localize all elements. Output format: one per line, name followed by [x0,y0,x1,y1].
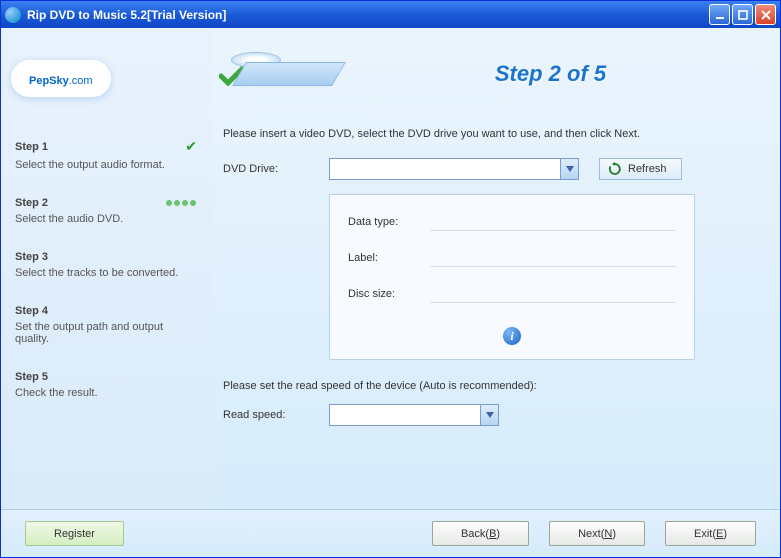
exit-button[interactable]: Exit(E) [665,521,756,546]
read-speed-row: Read speed: [223,404,752,426]
step-desc: Set the output path and output quality. [15,321,197,345]
step-title: Step 1 [15,141,48,153]
step-title: Step 2 [15,197,48,209]
step-desc: Select the tracks to be converted. [15,267,197,279]
data-type-row: Data type: [348,213,676,231]
step-list: Step 1 ✔ Select the output audio format.… [1,118,211,557]
label-value [430,249,676,267]
instruction-text: Please insert a video DVD, select the DV… [223,128,752,140]
refresh-button[interactable]: Refresh [599,158,682,180]
step-title: Step 4 [15,305,48,317]
window-controls [709,4,776,25]
dvd-drive-row: DVD Drive: Refresh [223,158,752,180]
read-speed-instruction: Please set the read speed of the device … [223,380,752,392]
body: PepSky.com Step 1 ✔ Select the output au… [1,28,780,557]
window-title: Rip DVD to Music 5.2[Trial Version] [27,8,709,22]
step-desc: Select the output audio format. [15,159,197,171]
titlebar: Rip DVD to Music 5.2[Trial Version] [1,1,780,28]
chevron-down-icon[interactable] [560,159,578,179]
maximize-button[interactable] [732,4,753,25]
app-window: Rip DVD to Music 5.2[Trial Version] PepS… [0,0,781,558]
main-panel: Step 2 of 5 Please insert a video DVD, s… [211,28,780,557]
next-button[interactable]: Next(N) [549,521,645,546]
checkmark-icon: ✔ [185,138,197,155]
logo-brand: PepSky [29,75,69,87]
active-dots-icon [165,200,197,206]
info-icon[interactable]: i [503,327,521,345]
minimize-button[interactable] [709,4,730,25]
disc-size-label: Disc size: [348,288,430,300]
read-speed-combo[interactable] [329,404,499,426]
close-button[interactable] [755,4,776,25]
dvd-drive-combo[interactable] [329,158,579,180]
refresh-icon [608,162,622,176]
step-title: Step 5 [15,371,48,383]
disc-size-value [430,285,676,303]
step-title: Step 3 [15,251,48,263]
step-desc: Check the result. [15,387,197,399]
step-1: Step 1 ✔ Select the output audio format. [15,138,197,171]
refresh-label: Refresh [628,163,667,175]
wizard-header: Step 2 of 5 [223,28,752,120]
step-5: Step 5 Check the result. [15,371,197,399]
label-label: Label: [348,252,430,264]
step-2: Step 2 Select the audio DVD. [15,197,197,225]
label-row: Label: [348,249,676,267]
dvd-drive-input[interactable] [330,159,560,179]
read-speed-input[interactable] [330,405,480,425]
app-icon [5,7,21,23]
step-desc: Select the audio DVD. [15,213,197,225]
disc-info-panel: Data type: Label: Disc size: i [329,194,695,360]
read-speed-label: Read speed: [223,409,329,421]
logo: PepSky.com [11,38,211,118]
step-4: Step 4 Set the output path and output qu… [15,305,197,345]
sidebar: PepSky.com Step 1 ✔ Select the output au… [1,28,211,557]
step-banner: Step 2 of 5 [349,61,752,87]
disc-size-row: Disc size: [348,285,676,303]
dvd-drive-label: DVD Drive: [223,163,329,175]
register-button[interactable]: Register [25,521,124,546]
dvd-tray-icon [229,44,349,104]
back-button[interactable]: Back(B) [432,521,529,546]
chevron-down-icon[interactable] [480,405,498,425]
info-icon-row: i [348,321,676,345]
data-type-label: Data type: [348,216,430,228]
button-bar: Register Back(B) Next(N) Exit(E) [1,509,780,557]
logo-domain: .com [69,75,93,87]
step-3: Step 3 Select the tracks to be converted… [15,251,197,279]
data-type-value [430,213,676,231]
logo-text: PepSky.com [11,60,111,97]
